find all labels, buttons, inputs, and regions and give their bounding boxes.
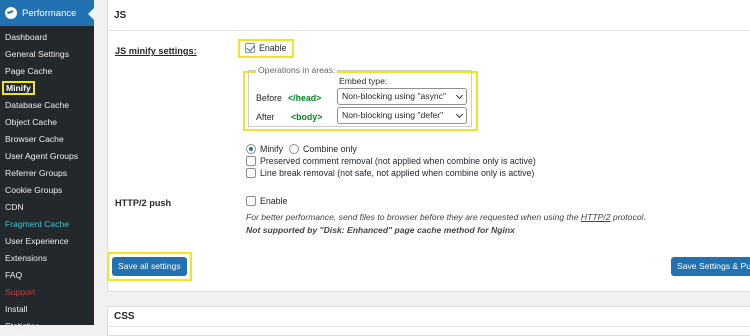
- sidebar-item-label: General Settings: [5, 49, 70, 59]
- sidebar-item-browser-cache[interactable]: Browser Cache: [0, 131, 94, 148]
- sidebar-item-label: Dashboard: [5, 32, 48, 42]
- performance-logo-icon: [5, 7, 17, 19]
- sidebar-item-label: Statistics: [5, 321, 40, 331]
- minify-radio-label: Minify: [260, 144, 283, 154]
- js-enable-checkbox[interactable]: [245, 43, 255, 53]
- http2-enable-label: Enable: [260, 196, 288, 206]
- sidebar-header[interactable]: Performance: [0, 0, 94, 26]
- chevron-down-icon: [455, 91, 464, 100]
- sidebar-item-label: Extensions: [5, 253, 48, 263]
- sidebar-item-label: FAQ: [5, 270, 23, 280]
- sidebar-item-referrer-groups[interactable]: Referrer Groups: [0, 165, 94, 182]
- sidebar-item-general-settings[interactable]: General Settings: [0, 46, 94, 63]
- chevron-down-icon: [455, 110, 464, 119]
- js-settings-panel: JS JS minify settings: Enable Operations…: [107, 0, 750, 292]
- sidebar-item-extensions[interactable]: Extensions: [0, 250, 94, 267]
- after-embed-select-value: Non-blocking using "defer": [342, 110, 444, 120]
- before-embed-select[interactable]: Non-blocking using "async": [337, 88, 467, 105]
- sidebar-item-page-cache[interactable]: Page Cache: [0, 63, 94, 80]
- line-break-label: Line break removal (not safe, not applie…: [260, 168, 535, 178]
- operations-legend: Operations in areas:: [256, 65, 338, 75]
- http2-desc-text: For better performance, send files to br…: [246, 212, 581, 222]
- sidebar-item-label: Install: [5, 304, 28, 314]
- sidebar-item-cookie-groups[interactable]: Cookie Groups: [0, 182, 94, 199]
- js-section-title: JS: [108, 0, 750, 31]
- embed-type-label: Embed type:: [339, 76, 388, 86]
- sidebar-title: Performance: [22, 7, 77, 19]
- save-settings-purge-button[interactable]: Save Settings & Purge Caches: [671, 257, 750, 276]
- sidebar-item-statistics[interactable]: Statistics: [0, 318, 94, 335]
- sidebar-item-label: Database Cache: [5, 100, 70, 110]
- js-enable-label: Enable: [259, 43, 287, 53]
- sidebar-item-label: Referrer Groups: [5, 168, 68, 178]
- before-label: Before: [256, 93, 282, 103]
- sidebar-item-dashboard[interactable]: Dashboard: [0, 29, 94, 46]
- css-settings-panel: CSS: [107, 306, 750, 336]
- sidebar-item-faq[interactable]: FAQ: [0, 267, 94, 284]
- after-embed-select[interactable]: Non-blocking using "defer": [337, 107, 467, 124]
- sidebar-item-cdn[interactable]: CDN: [0, 199, 94, 216]
- after-label: After: [256, 112, 275, 122]
- sidebar-item-label: User Agent Groups: [5, 151, 79, 161]
- combine-only-radio[interactable]: [288, 144, 299, 154]
- http2-note: Not supported by "Disk: Enhanced" page c…: [246, 225, 515, 235]
- http2-desc-link: HTTP/2: [580, 212, 611, 222]
- sidebar-item-object-cache[interactable]: Object Cache: [0, 114, 94, 131]
- http2-desc-end: protocol.: [610, 212, 646, 222]
- after-tag: <body>: [291, 112, 323, 122]
- save-all-settings-button[interactable]: Save all settings: [112, 257, 187, 276]
- http2-enable-checkbox[interactable]: [246, 196, 256, 206]
- sidebar-item-label: Fragment Cache: [5, 219, 70, 229]
- sidebar-item-support[interactable]: Support: [0, 284, 94, 301]
- http2-push-label: HTTP/2 push: [115, 198, 172, 208]
- http2-description: For better performance, send files to br…: [246, 212, 646, 222]
- sidebar-item-label: CDN: [5, 202, 24, 212]
- sidebar-item-user-experience[interactable]: User Experience: [0, 233, 94, 250]
- sidebar-item-fragment-cache[interactable]: Fragment Cache: [0, 216, 94, 233]
- sidebar-item-install[interactable]: Install: [0, 301, 94, 318]
- current-menu-arrow-icon: [88, 8, 94, 20]
- sidebar-item-label: Cookie Groups: [5, 185, 63, 195]
- line-break-checkbox[interactable]: [246, 168, 256, 178]
- admin-sidebar: Performance Dashboard General Settings Pag…: [0, 0, 94, 331]
- combine-only-radio-label: Combine only: [302, 144, 357, 154]
- sidebar-menu: Dashboard General Settings Page Cache Minif…: [0, 26, 94, 335]
- sidebar-item-user-agent-groups[interactable]: User Agent Groups: [0, 148, 94, 165]
- sidebar-item-label: Support: [5, 287, 36, 297]
- js-minify-settings-text: JS minify settings:: [115, 46, 197, 56]
- css-section-title: CSS: [108, 307, 750, 327]
- before-embed-select-value: Non-blocking using "async": [342, 91, 447, 101]
- sidebar-item-label: Object Cache: [5, 117, 58, 127]
- sidebar-item-label: User Experience: [5, 236, 69, 246]
- sidebar-item-label: Minify: [2, 81, 35, 95]
- minify-radio[interactable]: [246, 144, 256, 154]
- js-minify-settings-label: JS minify settings:: [115, 46, 197, 56]
- before-tag: </head>: [288, 93, 322, 103]
- sidebar-item-label: Browser Cache: [5, 134, 64, 144]
- preserved-comment-checkbox[interactable]: [246, 156, 256, 166]
- sidebar-item-minify[interactable]: Minify: [0, 80, 94, 97]
- sidebar-item-database-cache[interactable]: Database Cache: [0, 97, 94, 114]
- sidebar-item-label: Page Cache: [5, 66, 53, 76]
- preserved-comment-label: Preserved comment removal (not applied w…: [260, 156, 536, 166]
